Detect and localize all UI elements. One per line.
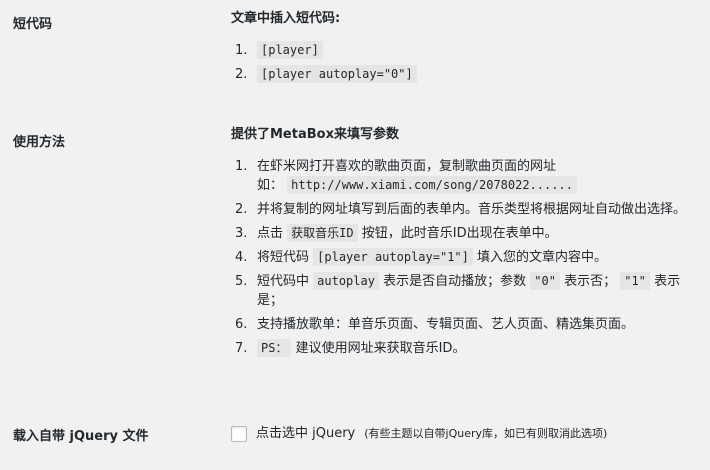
usage-content: 提供了MetaBox来填写参数 1. 在虾米网打开喜欢的歌曲页面，复制歌曲页面的… (231, 125, 701, 363)
list-number: 1. (235, 159, 248, 174)
param-zero-code: "0" (530, 272, 560, 290)
list-text: 将短代码 (257, 250, 310, 265)
usage-heading: 提供了MetaBox来填写参数 (231, 127, 399, 142)
list-text: 并将复制的网址填写到后面的表单内。音乐类型将根据网址自动做出选择。 (257, 202, 687, 217)
ps-code: PS： (257, 339, 292, 357)
list-text: 按钮，此时音乐ID出现在表单中。 (361, 226, 558, 241)
list-number: 6. (235, 317, 248, 332)
list-item: 4. 将短代码 [player autoplay="1"] 填入您的文章内容中。 (231, 248, 701, 267)
list-text: 点击 (257, 226, 284, 241)
list-text: 在虾米网打开喜欢的歌曲页面，复制歌曲页面的网址 (257, 159, 557, 174)
url-example-code: http://www.xiami.com/song/2078022...... (287, 176, 577, 194)
checkbox-text: 点击选中 jQuery (256, 426, 356, 441)
shortcode-label: 短代码 (13, 17, 53, 32)
shortcode-list: 1. [player] 2. [player autoplay="0"] (231, 41, 701, 84)
list-number: 7. (235, 341, 248, 356)
list-number: 1. (235, 43, 248, 58)
get-id-code: 获取音乐ID (287, 224, 358, 242)
list-text: 支持播放歌单：单音乐页面、专辑页面、艺人页面、精选集页面。 (257, 317, 635, 332)
list-item: 2. 并将复制的网址填写到后面的表单内。音乐类型将根据网址自动做出选择。 (231, 200, 701, 219)
jquery-checkbox[interactable] (231, 425, 247, 442)
list-text: 短代码中 (257, 274, 310, 289)
list-number: 4. (235, 250, 248, 265)
shortcode-code: [player autoplay="0"] (257, 65, 417, 83)
list-item: 5. 短代码中 autoplay 表示是否自动播放；参数 "0" 表示否； "1… (231, 272, 701, 310)
list-item: 3. 点击 获取音乐ID 按钮，此时音乐ID出现在表单中。 (231, 224, 701, 243)
list-text: 表示否； (564, 274, 617, 289)
list-text: 如： (257, 178, 284, 193)
jquery-content: 点击选中 jQuery (有些主题以自带jQuery库，如已有则取消此选项) (231, 424, 701, 443)
list-number: 2. (235, 202, 248, 217)
checkbox-note: (有些主题以自带jQuery库，如已有则取消此选项) (364, 427, 608, 440)
param-one-code: "1" (620, 272, 650, 290)
list-item: 1. [player] (231, 41, 701, 60)
usage-label: 使用方法 (13, 135, 66, 150)
shortcode-heading: 文章中插入短代码: (231, 11, 341, 26)
usage-list: 1. 在虾米网打开喜欢的歌曲页面，复制歌曲页面的网址 如： http://www… (231, 157, 701, 358)
list-text: 表示是否自动播放；参数 (383, 274, 527, 289)
list-item: 7. PS： 建议使用网址来获取音乐ID。 (231, 339, 701, 358)
list-item: 1. 在虾米网打开喜欢的歌曲页面，复制歌曲页面的网址 如： http://www… (231, 157, 701, 195)
list-number: 2. (235, 67, 248, 82)
jquery-label: 载入自带 jQuery 文件 (13, 429, 149, 444)
list-number: 3. (235, 226, 248, 241)
autoplay-code: autoplay (313, 272, 379, 290)
list-number: 5. (235, 274, 248, 289)
list-item: 6. 支持播放歌单：单音乐页面、专辑页面、艺人页面、精选集页面。 (231, 315, 701, 334)
list-text: 建议使用网址来获取音乐ID。 (295, 341, 466, 356)
shortcode-content: 文章中插入短代码: 1. [player] 2. [player autopla… (231, 9, 701, 89)
shortcode-code: [player] (257, 41, 323, 59)
shortcode-code: [player autoplay="1"] (313, 248, 473, 266)
jquery-checkbox-label[interactable]: 点击选中 jQuery (有些主题以自带jQuery库，如已有则取消此选项) (231, 424, 701, 443)
list-text: 填入您的文章内容中。 (477, 250, 608, 265)
list-item: 2. [player autoplay="0"] (231, 65, 701, 84)
